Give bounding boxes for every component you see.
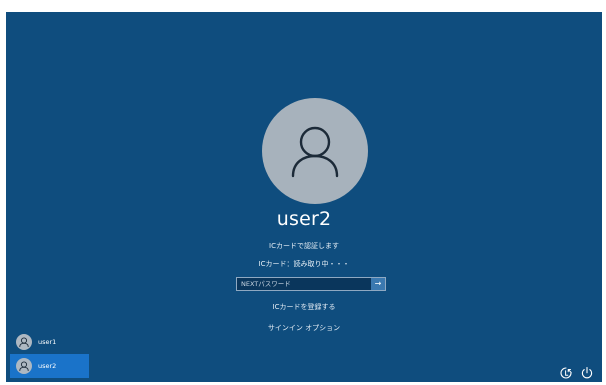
password-input[interactable] [237, 278, 371, 290]
submit-button[interactable]: → [371, 278, 385, 290]
arrow-right-icon: → [374, 279, 382, 288]
user-tile-user2[interactable]: user2 [10, 354, 89, 378]
power-icon[interactable] [580, 365, 594, 379]
accessibility-icon[interactable] [559, 365, 573, 379]
register-card-link[interactable]: ICカードを登録する [6, 302, 602, 312]
user-avatar [16, 358, 32, 374]
password-field: → [236, 277, 386, 291]
user-avatar-large [262, 98, 368, 204]
current-username: user2 [276, 208, 332, 230]
card-status-text: ICカード：読み取り中・・・ [258, 260, 350, 268]
user-tile-user1[interactable]: user1 [10, 330, 89, 354]
user-tile-name: user2 [38, 362, 57, 370]
person-icon [19, 337, 29, 348]
sign-in-options-link[interactable]: サインイン オプション [6, 323, 602, 333]
person-icon [291, 126, 339, 178]
user-tile-name: user1 [38, 338, 57, 346]
user-avatar [16, 334, 32, 350]
lock-screen: user2 ICカードで認証します ICカード：読み取り中・・・ → ICカード… [6, 12, 602, 382]
person-icon [19, 361, 29, 372]
auth-prompt-text: ICカードで認証します [269, 242, 339, 250]
